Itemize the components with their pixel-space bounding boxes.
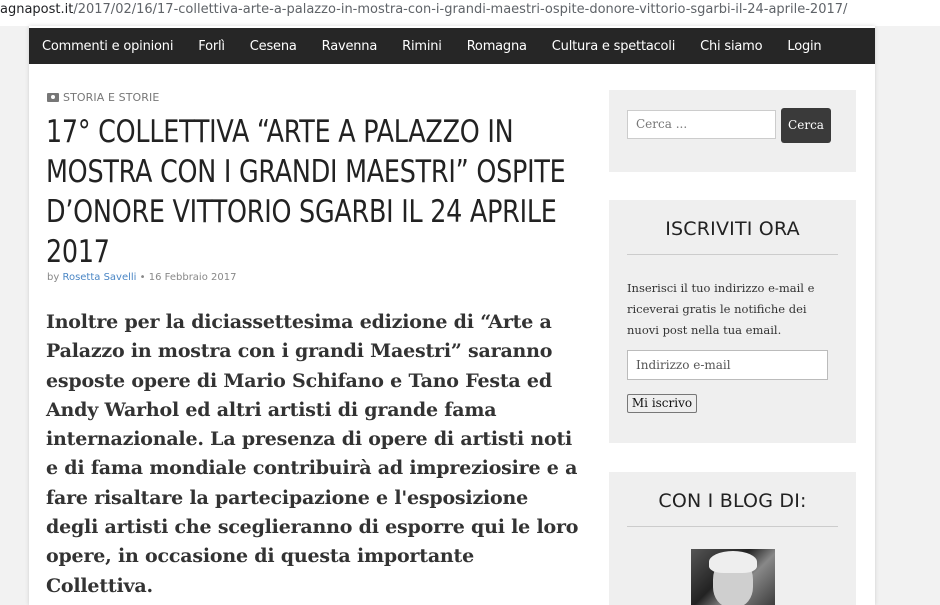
- subscribe-description: Inserisci il tuo indirizzo e-mail e rice…: [627, 281, 815, 337]
- nav-item-forli[interactable]: Forlì: [198, 39, 225, 54]
- email-field[interactable]: Indirizzo e-mail: [627, 350, 828, 380]
- nav-item-cultura[interactable]: Cultura e spettacoli: [552, 39, 676, 54]
- blogger-photo[interactable]: [691, 549, 775, 605]
- page-card: Commenti e opinioni Forlì Cesena Ravenna…: [29, 26, 875, 605]
- main-nav: Commenti e opinioni Forlì Cesena Ravenna…: [29, 28, 875, 64]
- blogs-widget: CON I BLOG DI:: [609, 472, 856, 605]
- article-date: 16 Febbraio 2017: [148, 272, 237, 283]
- meta-separator: •: [136, 272, 149, 283]
- address-bar[interactable]: agnapost.it/2017/02/16/17-collettiva-art…: [0, 0, 940, 26]
- nav-item-chi-siamo[interactable]: Chi siamo: [700, 39, 762, 54]
- nav-item-ravenna[interactable]: Ravenna: [322, 39, 378, 54]
- article-title: 17° COLLETTIVA “ARTE A PALAZZO IN MOSTRA…: [46, 114, 566, 270]
- author-link[interactable]: Rosetta Savelli: [62, 272, 136, 283]
- subscribe-button[interactable]: Mi iscrivo: [627, 394, 697, 413]
- search-input[interactable]: Cerca ...: [627, 110, 776, 139]
- nav-item-cesena[interactable]: Cesena: [250, 39, 297, 54]
- article-body: Inoltre per la diciassettesima edizione …: [46, 311, 579, 597]
- divider: [627, 526, 838, 527]
- blogs-title: CON I BLOG DI:: [658, 490, 807, 512]
- url-host: agnapost.it: [0, 2, 74, 17]
- article-meta: by Rosetta Savelli • 16 Febbraio 2017: [47, 272, 236, 283]
- subscribe-title: ISCRIVITI ORA: [665, 218, 800, 240]
- nav-item-login[interactable]: Login: [787, 39, 821, 54]
- blogger-hair: [709, 551, 757, 573]
- meta-by: by: [47, 272, 63, 283]
- nav-item-commenti[interactable]: Commenti e opinioni: [42, 39, 173, 54]
- nav-item-romagna[interactable]: Romagna: [467, 39, 527, 54]
- nav-item-rimini[interactable]: Rimini: [402, 39, 442, 54]
- subscribe-widget: ISCRIVITI ORA Inserisci il tuo indirizzo…: [609, 200, 856, 443]
- url-path: /2017/02/16/17-collettiva-arte-a-palazzo…: [73, 2, 848, 17]
- search-widget: Cerca ... Cerca: [609, 90, 856, 172]
- article-category[interactable]: STORIA E STORIE: [47, 91, 159, 104]
- url-text[interactable]: agnapost.it/2017/02/16/17-collettiva-art…: [0, 2, 847, 17]
- camera-icon: [47, 93, 59, 102]
- divider: [627, 254, 838, 255]
- search-button[interactable]: Cerca: [781, 108, 831, 143]
- category-label: STORIA E STORIE: [63, 91, 160, 104]
